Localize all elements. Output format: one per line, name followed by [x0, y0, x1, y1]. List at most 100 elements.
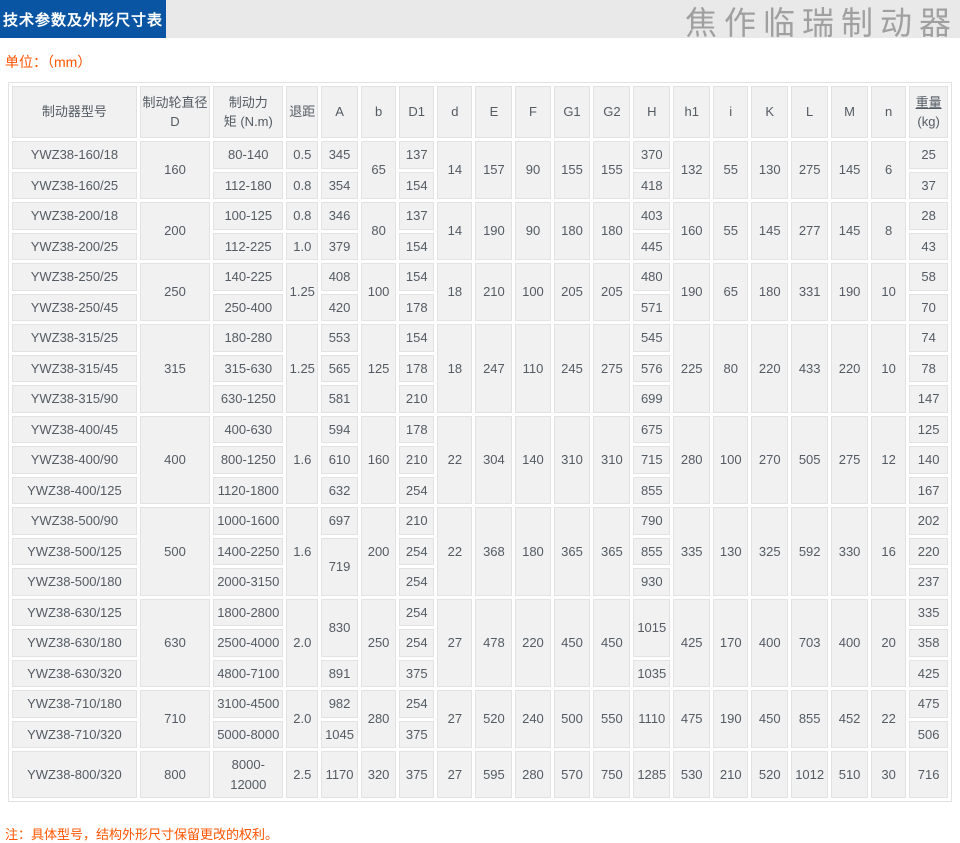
table-cell: 335 [909, 598, 948, 626]
table-cell: 155 [593, 141, 631, 199]
table-cell: 140 [909, 446, 948, 474]
model-cell: YWZ38-315/45 [12, 354, 137, 382]
table-row: YWZ38-710/180 710 3100-4500 2.0 982 280 254 27 5… [12, 690, 948, 748]
table-cell: 0.8 [286, 171, 319, 199]
header-cell: D1 [399, 86, 435, 138]
table-cell: 630-1250 [213, 385, 284, 413]
table-cell: 65 [713, 263, 749, 321]
unit-label: 单位：（mm） [5, 54, 92, 70]
header-row: 制动器型号 制动轮直径 D 制动力矩 (N.m) 退距 Ab D1 d E F G1 G2 Hh1 i K… [12, 86, 948, 138]
table-cell: 750 [593, 751, 631, 798]
table-cell: 180-280 [213, 324, 284, 352]
table-cell: 160 [361, 415, 397, 504]
model-cell: YWZ38-400/45 [12, 415, 137, 443]
table-cell: 855 [791, 690, 829, 748]
model-cell: YWZ38-200/25 [12, 232, 137, 260]
header-cell: G2 [593, 86, 631, 138]
model-cell: YWZ38-630/320 [12, 659, 137, 687]
table-cell: 425 [673, 598, 711, 687]
table-cell: 1.6 [286, 415, 319, 504]
table-cell: 480 [633, 263, 671, 291]
table-cell: 595 [475, 751, 513, 798]
table-cell: 1045 [321, 720, 358, 748]
table-cell: 8 [871, 202, 907, 260]
table-cell: 190 [831, 263, 869, 321]
table-cell: 250 [361, 598, 397, 687]
table-cell: 210 [399, 446, 435, 474]
table-cell: 8000- 12000 [213, 751, 284, 798]
table-cell: 510 [831, 751, 869, 798]
model-cell: YWZ38-400/125 [12, 476, 137, 504]
table-cell: 520 [475, 690, 513, 748]
model-cell: YWZ38-160/25 [12, 171, 137, 199]
table-cell: 345 [321, 141, 358, 169]
table-cell: 202 [909, 507, 948, 535]
header-cell: G1 [553, 86, 591, 138]
table-cell: 699 [633, 385, 671, 413]
table-cell: 55 [713, 141, 749, 199]
table-row: YWZ38-160/18 160 80-140 0.5 345 65 137 14 157 90 1… [12, 141, 948, 199]
table-cell: 55 [713, 202, 749, 260]
table-cell: 450 [553, 598, 591, 687]
table-cell: 200 [361, 507, 397, 596]
table-cell: 37 [909, 171, 948, 199]
table-cell: 703 [791, 598, 829, 687]
table-cell: 571 [633, 293, 671, 321]
model-cell: YWZ38-710/180 [12, 690, 137, 718]
header-cell: n [871, 86, 907, 138]
table-cell: 375 [399, 659, 435, 687]
table-cell: 400-630 [213, 415, 284, 443]
table-cell: 20 [871, 598, 907, 687]
table-cell: 145 [751, 202, 789, 260]
table-cell: 1.25 [286, 324, 319, 413]
table-cell: 178 [399, 354, 435, 382]
table-cell: 210 [399, 385, 435, 413]
table-cell: 25 [909, 141, 948, 169]
model-cell: YWZ38-500/125 [12, 537, 137, 565]
table-cell: 2.5 [286, 751, 319, 798]
table-cell: 4800-7100 [213, 659, 284, 687]
table-cell: 147 [909, 385, 948, 413]
table-cell: 200 [139, 202, 211, 260]
table-cell: 315-630 [213, 354, 284, 382]
table-cell: 154 [399, 324, 435, 352]
table-cell: 125 [909, 415, 948, 443]
table-cell: 90 [515, 202, 551, 260]
model-cell: YWZ38-250/45 [12, 293, 137, 321]
table-cell: 100 [515, 263, 551, 321]
model-cell: YWZ38-500/90 [12, 507, 137, 535]
table-row: YWZ38-800/320 800 8000- 12000 2.5 1170 320 375… [12, 751, 948, 798]
table-cell: 280 [673, 415, 711, 504]
table-cell: 18 [437, 324, 473, 413]
table-cell: 930 [633, 568, 671, 596]
table-cell: 74 [909, 324, 948, 352]
model-cell: YWZ38-315/25 [12, 324, 137, 352]
model-cell: YWZ38-630/180 [12, 629, 137, 657]
table-cell: 190 [673, 263, 711, 321]
model-cell: YWZ38-800/320 [12, 751, 137, 798]
table-cell: 154 [399, 263, 435, 291]
table-cell: 112-225 [213, 232, 284, 260]
table-cell: 379 [321, 232, 358, 260]
header-band: 技术参数及外形尺寸表 焦作临瑞制动器 [0, 0, 960, 42]
table-cell: 450 [593, 598, 631, 687]
table-cell: 335 [673, 507, 711, 596]
table-cell: 100-125 [213, 202, 284, 230]
header-cell: 制动力矩 (N.m) [213, 86, 284, 138]
table-cell: 800-1250 [213, 446, 284, 474]
table-cell: 250-400 [213, 293, 284, 321]
table-cell: 160 [673, 202, 711, 260]
table-cell: 157 [475, 141, 513, 199]
table-cell: 346 [321, 202, 358, 230]
table-cell: 400 [751, 598, 789, 687]
table-cell: 80 [713, 324, 749, 413]
table-cell: 478 [475, 598, 513, 687]
table-cell: 180 [751, 263, 789, 321]
table-cell: 140-225 [213, 263, 284, 291]
table-cell: 1035 [633, 659, 671, 687]
table-cell: 891 [321, 659, 358, 687]
table-cell: 610 [321, 446, 358, 474]
table-cell: 1120-1800 [213, 476, 284, 504]
table-cell: 697 [321, 507, 358, 535]
table-cell: 27 [437, 598, 473, 687]
